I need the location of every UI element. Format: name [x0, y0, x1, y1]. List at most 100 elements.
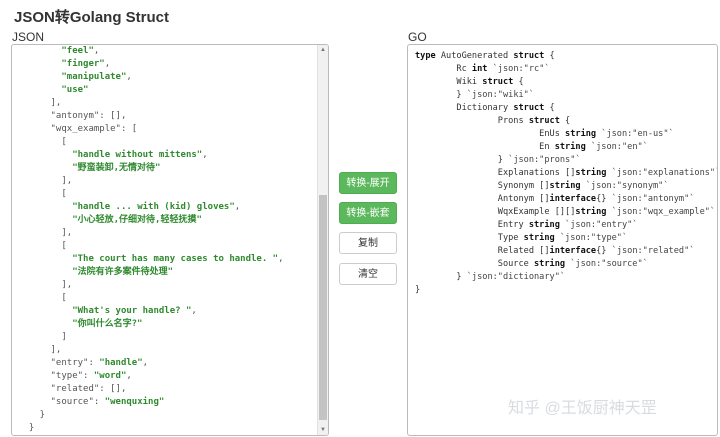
go-code-line: Rc int `json:"rc"`: [415, 63, 717, 76]
go-code-line: WqxExample [][]string `json:"wqx_example…: [415, 206, 717, 219]
code-token: string: [534, 259, 566, 269]
code-token: Explanations []: [415, 168, 576, 178]
code-token: interface: [549, 246, 597, 256]
code-token: `json:"wiki"`: [466, 90, 535, 100]
go-code-line: Type string `json:"type"`: [415, 232, 717, 245]
json-code-line: ]: [18, 331, 284, 344]
code-token: struct: [513, 103, 545, 113]
code-token: [: [18, 189, 67, 199]
code-token: `json:"en"`: [585, 142, 648, 152]
code-token: "finger": [61, 59, 105, 69]
code-token: }: [415, 155, 509, 165]
watermark: 知乎 @王饭厨神天罡: [508, 400, 657, 417]
json-code-line: "The court has many cases to handle. ",: [18, 253, 284, 266]
code-token: "handle ... with (kid) gloves": [72, 202, 235, 212]
json-code-line: "feel",: [18, 45, 284, 58]
code-token: struct: [528, 116, 560, 126]
code-token: `json:"type"`: [554, 233, 628, 243]
code-token: [: [18, 241, 67, 251]
json-code-line: "entry": "handle",: [18, 357, 284, 370]
code-token: interface: [549, 194, 597, 204]
json-code-line: "related": [],: [18, 383, 284, 396]
code-token: "type":: [50, 371, 94, 381]
json-scrollbar[interactable]: ▲ ▼: [317, 45, 328, 435]
code-token: Source: [415, 259, 534, 269]
code-token: "handle": [99, 358, 143, 368]
code-token: ],: [18, 280, 73, 290]
code-token: Rc: [415, 64, 472, 74]
code-token: `json:"wqx_example"`: [606, 207, 716, 217]
code-token: {}: [596, 194, 612, 204]
code-token: }: [18, 410, 46, 420]
go-code-line: Prons struct {: [415, 115, 717, 128]
code-token: ,: [191, 306, 197, 316]
json-code-line: ],: [18, 279, 284, 292]
code-token: "manipulate": [61, 72, 127, 82]
go-code-lines: type AutoGenerated struct { Rc int `json…: [415, 50, 717, 297]
page-title: JSON转Golang Struct: [14, 9, 170, 26]
code-token: int: [471, 64, 488, 74]
go-code-line: Synonym []string `json:"synonym"`: [415, 180, 717, 193]
code-token: }: [415, 285, 421, 295]
code-token: "feel": [61, 46, 94, 56]
code-token: "野蛮装卸,无情对待": [72, 163, 161, 173]
copy-button[interactable]: 复制: [339, 232, 397, 254]
code-token: ],: [18, 228, 73, 238]
code-token: string: [528, 220, 560, 230]
json-code-line: [: [18, 240, 284, 253]
code-token: `json:"rc"`: [487, 64, 550, 74]
code-token: string: [565, 129, 597, 139]
code-token: ,: [93, 46, 100, 56]
scroll-up-icon[interactable]: ▲: [318, 45, 328, 55]
code-token: Antonym []: [415, 194, 550, 204]
json-code-line: ],: [18, 175, 284, 188]
convert-flat-button[interactable]: 转换-展开: [339, 172, 397, 194]
go-code-line: }: [415, 284, 717, 297]
json-code-line: [: [18, 292, 284, 305]
code-token: `json:"prons"`: [508, 155, 581, 165]
code-token: Type: [415, 233, 524, 243]
code-token: }: [18, 423, 35, 433]
json-scroll-thumb[interactable]: [319, 195, 327, 420]
code-token: {}: [596, 246, 612, 256]
scroll-down-icon[interactable]: ▼: [318, 425, 328, 435]
code-token: `json:"synonym"`: [580, 181, 669, 191]
code-token: ,: [278, 254, 284, 264]
code-token: ,: [126, 72, 132, 82]
code-token: ,: [126, 371, 132, 381]
json-code-line: "use": [18, 84, 284, 97]
code-token: ],: [18, 345, 62, 355]
json-code-line: "法院有许多案件待处理": [18, 266, 284, 279]
code-token: struct: [513, 51, 545, 61]
code-token: "你叫什么名字?": [72, 319, 143, 329]
convert-nested-button[interactable]: 转换-嵌套: [339, 202, 397, 224]
json-code-line: "What's your handle? ",: [18, 305, 284, 318]
json-code-line: "antonym": [],: [18, 110, 284, 123]
go-output-editor[interactable]: type AutoGenerated struct { Rc int `json…: [407, 44, 718, 436]
json-code-line: "finger",: [18, 58, 284, 71]
code-token: "法院有许多案件待处理": [72, 267, 174, 277]
code-token: "antonym": [],: [50, 111, 127, 121]
code-token: }: [415, 272, 467, 282]
json-code-line: ],: [18, 344, 284, 357]
code-token: `json:"entry"`: [559, 220, 638, 230]
json-input-editor[interactable]: "feel", "finger", "manipulate", "use" ],…: [11, 44, 329, 436]
code-token: "handle without mittens": [72, 150, 203, 160]
json-code-line: ],: [18, 97, 284, 110]
json-label: JSON: [12, 30, 45, 44]
code-token: `json:"related"`: [611, 246, 695, 256]
clear-button[interactable]: 清空: [339, 263, 397, 285]
